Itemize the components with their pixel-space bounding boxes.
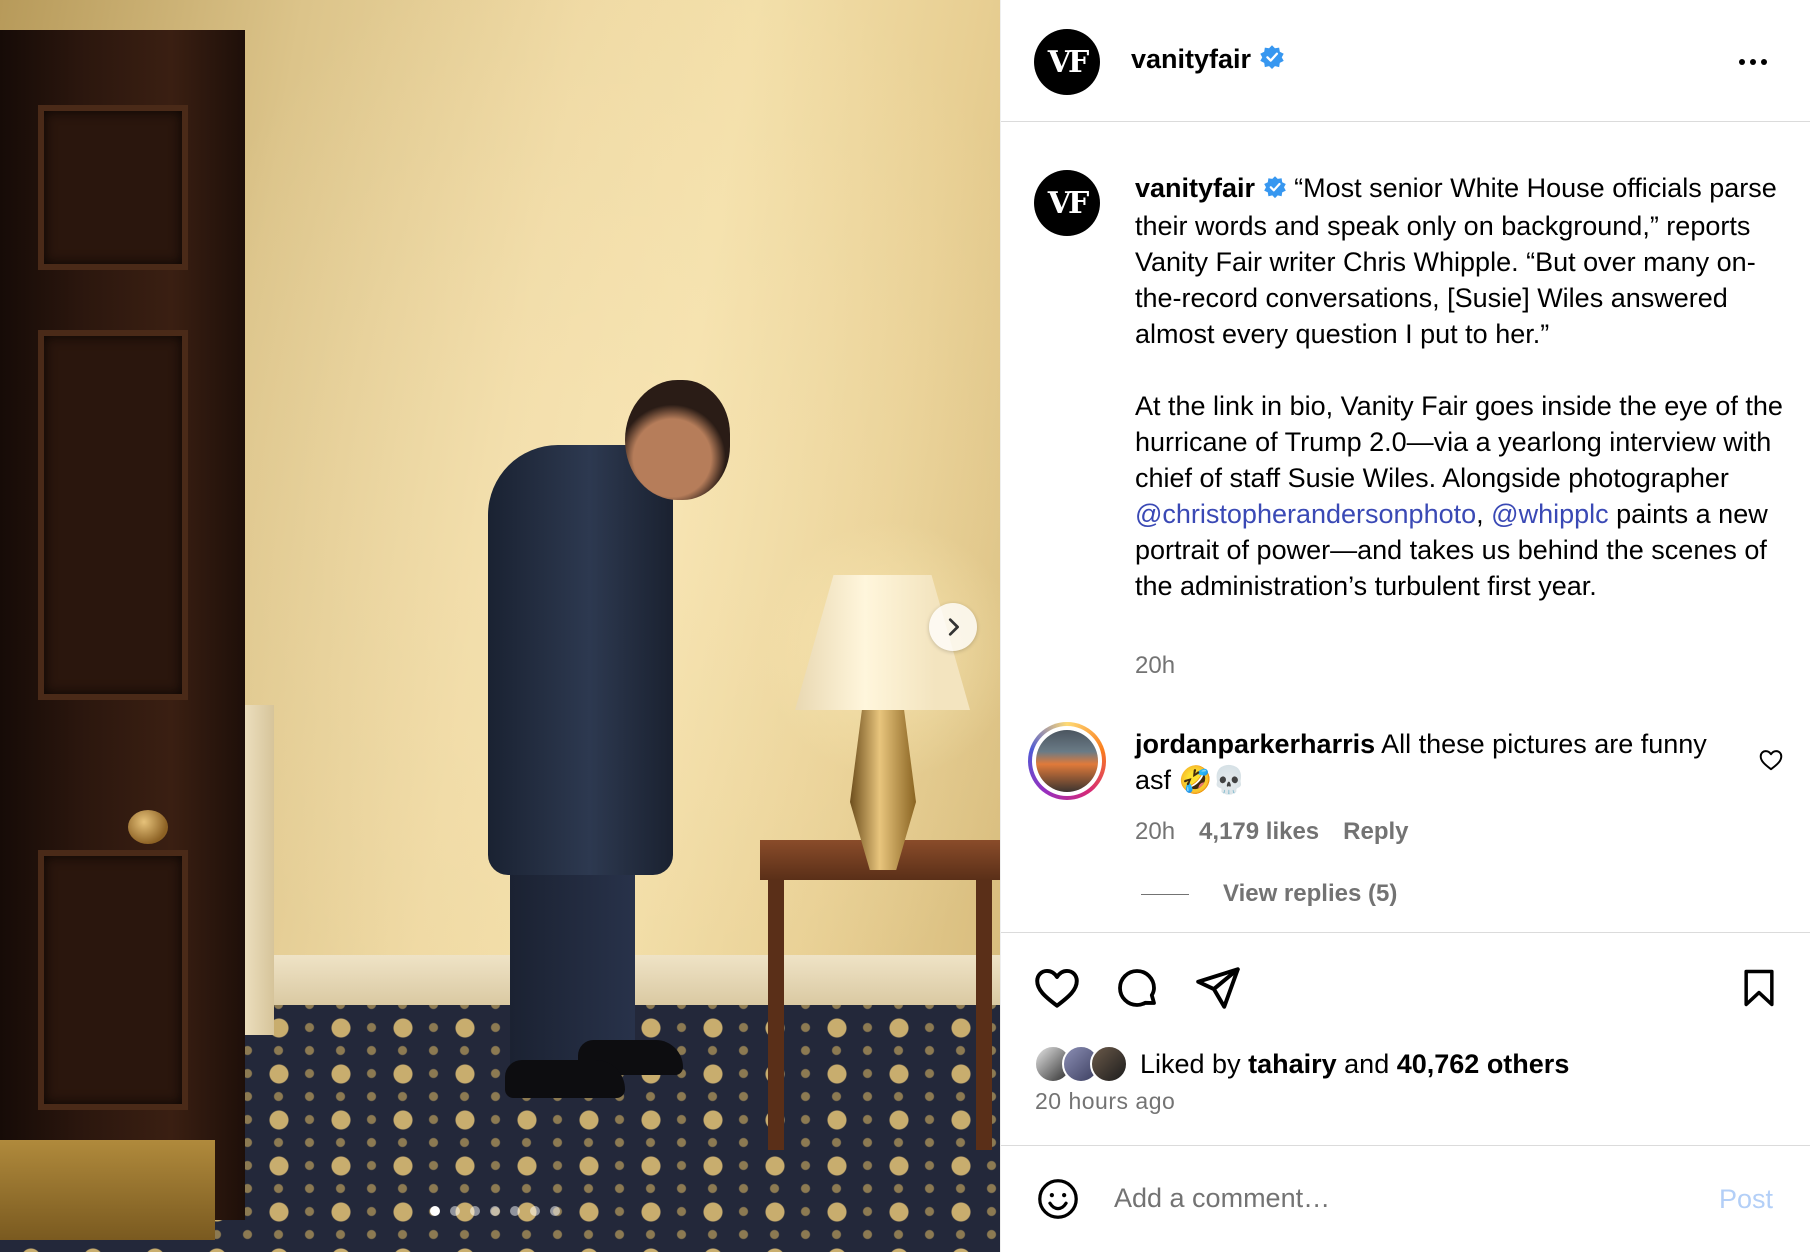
caption-avatar[interactable]: VF (1034, 170, 1100, 236)
verified-badge-icon (1259, 44, 1285, 77)
door-kickplate (0, 1140, 215, 1240)
caption-body-1: “Most senior White House officials parse… (1135, 173, 1783, 493)
door-panel (38, 105, 188, 270)
profile-avatar[interactable]: VF (1034, 29, 1100, 95)
post-timestamp[interactable]: 20 hours ago (1035, 1088, 1175, 1115)
comment-bubble-icon[interactable] (1113, 963, 1161, 1018)
carousel-indicator (430, 1206, 560, 1216)
carousel-dot (530, 1206, 540, 1216)
save-bookmark-icon[interactable] (1737, 963, 1781, 1018)
door-panel (38, 330, 188, 700)
liked-by-row: Liked by tahairy and 40,762 others (1034, 1045, 1569, 1083)
carousel-dot (490, 1206, 500, 1216)
door-panel (38, 850, 188, 1110)
carousel-dot (550, 1206, 560, 1216)
commenter-avatar[interactable] (1028, 722, 1106, 800)
more-options-icon[interactable] (1736, 45, 1770, 84)
post-details-panel: VF vanityfair VF vanityfair “Most senior… (1000, 0, 1810, 1252)
comment-meta: 20h 4,179 likes Reply (1135, 818, 1409, 846)
comment-input[interactable] (1114, 1176, 1674, 1220)
emoji-picker-icon[interactable] (1035, 1176, 1081, 1227)
photo-person-head (625, 380, 730, 500)
liker-avatar[interactable] (1090, 1045, 1128, 1083)
carousel-dot (430, 1206, 440, 1216)
photo-door (0, 30, 245, 1240)
comment-body: jordanparkerharris All these pictures ar… (1135, 726, 1735, 798)
photo-person-legs (510, 860, 635, 1070)
liked-by-and: and (1344, 1048, 1390, 1079)
reply-button[interactable]: Reply (1343, 818, 1408, 846)
liked-by-text: Liked by tahairy and 40,762 others (1140, 1049, 1569, 1080)
post-actions: Liked by tahairy and 40,762 others 20 ho… (1001, 932, 1810, 1142)
liked-by-user[interactable]: tahairy (1248, 1049, 1337, 1079)
mention-link[interactable]: @whipplc (1491, 499, 1608, 529)
photo-table-legs (768, 880, 992, 1150)
caption-timestamp[interactable]: 20h (1135, 652, 1175, 680)
view-replies-label: View replies (5) (1223, 880, 1398, 907)
commenter-photo (1036, 730, 1098, 792)
post-caption: vanityfair “Most senior White House offi… (1135, 170, 1795, 604)
post-header: VF vanityfair (1001, 0, 1810, 122)
post-comment-button[interactable]: Post (1719, 1184, 1773, 1215)
photo-shoe (505, 1060, 625, 1098)
comment-likes[interactable]: 4,179 likes (1199, 818, 1319, 846)
share-send-icon[interactable] (1193, 963, 1243, 1018)
header-username[interactable]: vanityfair (1131, 44, 1285, 77)
comments-scroll-area[interactable]: VF vanityfair “Most senior White House o… (1001, 122, 1810, 932)
carousel-dot (470, 1206, 480, 1216)
chevron-right-icon (948, 618, 959, 636)
post-photo[interactable] (0, 0, 1000, 1252)
verified-badge-icon (1263, 172, 1287, 208)
carousel-dot (510, 1206, 520, 1216)
replies-divider-line (1141, 893, 1189, 895)
view-replies-button[interactable]: View replies (5) (1141, 880, 1397, 908)
carousel-dot (450, 1206, 460, 1216)
like-heart-icon[interactable] (1032, 963, 1082, 1018)
photo-person-body (488, 445, 673, 875)
commenter-username[interactable]: jordanparkerharris (1135, 729, 1375, 759)
liked-by-prefix: Liked by (1140, 1048, 1241, 1079)
caption-separator: , (1476, 498, 1492, 529)
add-comment-bar: Post (1001, 1145, 1810, 1252)
mention-link[interactable]: @christopherandersonphoto (1135, 499, 1476, 529)
avatar-ring-inner (1032, 726, 1102, 796)
caption-username[interactable]: vanityfair (1135, 173, 1255, 203)
comment-time[interactable]: 20h (1135, 818, 1175, 846)
carousel-next-button[interactable] (929, 603, 977, 651)
liked-by-count[interactable]: 40,762 others (1397, 1049, 1570, 1079)
username-text[interactable]: vanityfair (1131, 44, 1251, 74)
comment-like-heart-icon[interactable] (1758, 747, 1784, 778)
door-knob (128, 810, 168, 844)
